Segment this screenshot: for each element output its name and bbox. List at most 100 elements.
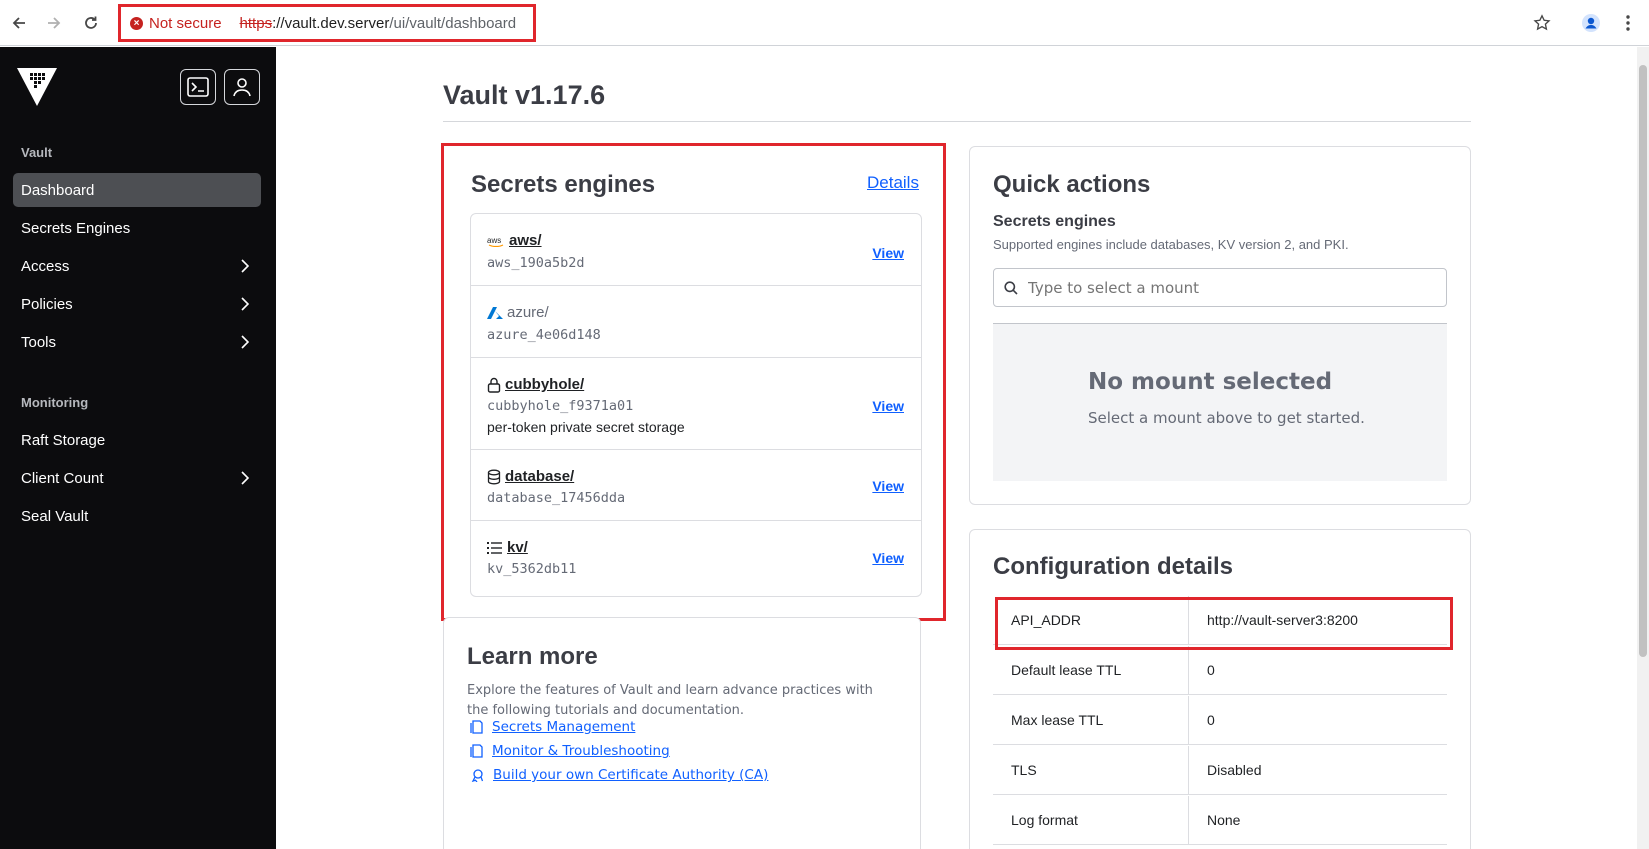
chevron-right-icon xyxy=(241,259,249,273)
page-title: Vault v1.17.6 xyxy=(443,80,606,110)
view-button-kv[interactable]: View xyxy=(872,550,904,566)
sidebar-item-tools[interactable]: Tools xyxy=(13,325,261,359)
empty-state-text: Select a mount above to get started. xyxy=(1088,409,1365,427)
sidebar-item-label: Secrets Engines xyxy=(21,219,131,237)
view-button-aws[interactable]: View xyxy=(872,245,904,261)
engine-description: per-token private secret storage xyxy=(487,419,685,435)
highlight-api-addr xyxy=(995,597,1453,650)
title-divider xyxy=(443,121,1471,122)
user-menu-button[interactable] xyxy=(224,69,260,105)
chevron-right-icon xyxy=(241,335,249,349)
list-item: database/ database_17456dda View xyxy=(471,450,921,521)
back-icon[interactable] xyxy=(7,11,31,35)
config-value: Disabled xyxy=(1207,762,1262,778)
user-icon xyxy=(233,78,251,97)
sidebar-item-label: Access xyxy=(21,257,70,275)
sidebar-item-client-count[interactable]: Client Count xyxy=(13,461,261,495)
mount-search-input[interactable] xyxy=(1028,278,1428,297)
config-value: 0 xyxy=(1207,662,1215,678)
secrets-engines-title: Secrets engines xyxy=(471,171,656,198)
sidebar-item-seal-vault[interactable]: Seal Vault xyxy=(13,499,261,533)
terminal-button[interactable] xyxy=(180,69,216,105)
secrets-engines-list: aws aws/ aws_190a5b2d View azure/ azure_… xyxy=(470,213,922,597)
config-key: Default lease TTL xyxy=(993,646,1189,694)
svg-text:aws: aws xyxy=(487,236,501,245)
not-secure-label[interactable]: Not secure xyxy=(149,15,222,32)
scrollbar-thumb[interactable] xyxy=(1639,65,1647,657)
forward-icon[interactable] xyxy=(42,11,66,35)
database-icon xyxy=(487,469,501,484)
sidebar: Vault Dashboard Secrets Engines Access P… xyxy=(0,47,276,849)
chevron-right-icon xyxy=(241,297,249,311)
config-key: Log format xyxy=(993,796,1189,844)
engine-link-cubbyhole[interactable]: cubbyhole/ xyxy=(505,376,584,393)
azure-icon xyxy=(487,306,503,319)
url-host: ://vault.dev.server xyxy=(272,14,390,32)
empty-state-title: No mount selected xyxy=(1088,369,1333,395)
address-bar[interactable]: × Not secure https://vault.dev.server/ui… xyxy=(118,4,536,42)
table-row: Log format None xyxy=(993,796,1447,845)
sidebar-item-label: Seal Vault xyxy=(21,507,89,525)
engine-accessor: cubbyhole_f9371a01 xyxy=(487,398,634,414)
sidebar-item-raft-storage[interactable]: Raft Storage xyxy=(13,423,261,457)
reload-icon[interactable] xyxy=(79,11,103,35)
quick-actions-title: Quick actions xyxy=(993,171,1151,198)
engine-link-aws[interactable]: aws/ xyxy=(509,232,542,249)
view-button-database[interactable]: View xyxy=(872,478,904,494)
table-row: Default lease TTL 0 xyxy=(993,646,1447,695)
terminal-icon xyxy=(187,77,209,97)
bookmark-star-icon[interactable] xyxy=(1530,11,1554,35)
configuration-details-title: Configuration details xyxy=(993,553,1233,580)
sidebar-item-dashboard[interactable]: Dashboard xyxy=(13,173,261,207)
learn-more-title: Learn more xyxy=(467,643,598,670)
learn-link-monitor-troubleshooting[interactable]: Monitor & Troubleshooting xyxy=(470,743,670,759)
engine-accessor: aws_190a5b2d xyxy=(487,255,585,271)
sidebar-item-label: Raft Storage xyxy=(21,431,106,449)
config-value: None xyxy=(1207,812,1241,828)
sidebar-item-label: Dashboard xyxy=(21,181,95,199)
not-secure-icon: × xyxy=(130,16,143,30)
sidebar-section-vault: Vault xyxy=(21,145,53,160)
learn-more-text: Explore the features of Vault and learn … xyxy=(467,683,873,718)
external-doc-icon xyxy=(470,744,483,758)
mount-search-field[interactable] xyxy=(993,268,1447,307)
learn-link-label: Secrets Management xyxy=(492,719,636,735)
certificate-icon xyxy=(471,769,484,782)
sidebar-item-policies[interactable]: Policies xyxy=(13,287,261,321)
sidebar-item-label: Policies xyxy=(21,295,73,313)
engine-link-database[interactable]: database/ xyxy=(505,468,574,485)
engine-accessor: database_17456dda xyxy=(487,490,626,506)
key-value-list-icon xyxy=(487,541,502,554)
profile-avatar-icon[interactable] xyxy=(1579,11,1603,35)
list-item: azure/ azure_4e06d148 xyxy=(471,286,921,358)
learn-link-build-ca[interactable]: Build your own Certificate Authority (CA… xyxy=(470,767,768,783)
url-path: /ui/vault/dashboard xyxy=(389,14,517,32)
learn-link-secrets-management[interactable]: Secrets Management xyxy=(470,719,635,735)
aws-icon: aws xyxy=(487,236,504,247)
sidebar-item-secrets-engines[interactable]: Secrets Engines xyxy=(13,211,261,245)
sidebar-item-label: Client Count xyxy=(21,469,104,487)
sidebar-item-access[interactable]: Access xyxy=(13,249,261,283)
quick-actions-help: Supported engines include databases, KV … xyxy=(993,237,1349,252)
vertical-scrollbar[interactable] xyxy=(1637,47,1649,849)
list-item: aws aws/ aws_190a5b2d View xyxy=(471,214,921,286)
table-row: Max lease TTL 0 xyxy=(993,696,1447,745)
list-item: cubbyhole/ cubbyhole_f9371a01 per-token … xyxy=(471,358,921,450)
engine-link-kv[interactable]: kv/ xyxy=(507,539,528,556)
details-link[interactable]: Details xyxy=(867,173,919,193)
sidebar-item-label: Tools xyxy=(21,333,57,351)
view-button-cubbyhole[interactable]: View xyxy=(872,398,904,414)
vault-logo-icon[interactable] xyxy=(16,67,58,112)
main-content: Vault v1.17.6 Secrets engines Details aw… xyxy=(277,47,1637,849)
empty-state: No mount selected Select a mount above t… xyxy=(993,323,1447,481)
external-doc-icon xyxy=(470,720,483,734)
browser-toolbar: × Not secure https://vault.dev.server/ui… xyxy=(0,0,1649,46)
lock-icon xyxy=(487,377,501,393)
quick-actions-subtitle: Secrets engines xyxy=(993,213,1116,230)
config-key: Max lease TTL xyxy=(993,696,1189,744)
sidebar-section-monitoring: Monitoring xyxy=(21,395,89,410)
learn-link-label: Build your own Certificate Authority (CA… xyxy=(493,767,769,783)
browser-menu-icon[interactable] xyxy=(1616,11,1640,35)
engine-name-azure: azure/ xyxy=(507,304,549,321)
learn-link-label: Monitor & Troubleshooting xyxy=(492,743,670,759)
